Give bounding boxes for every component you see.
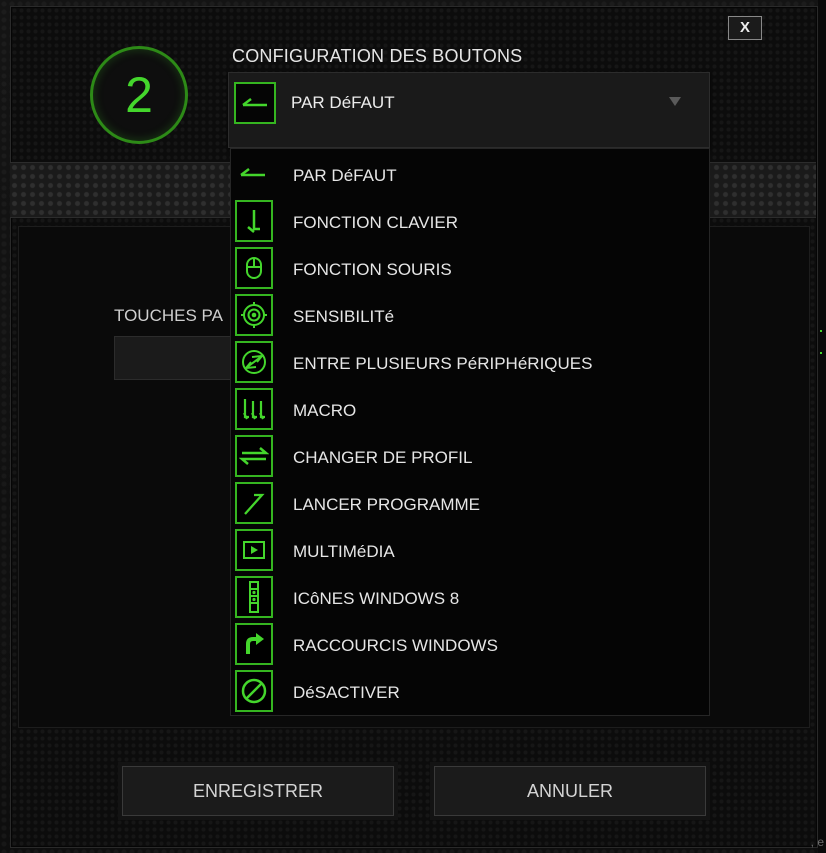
menu-item-label: CHANGER DE PROFIL (293, 448, 473, 467)
menu-item-switch-profile[interactable]: CHANGER DE PROFIL (231, 433, 709, 480)
accent-dot (820, 352, 822, 354)
menu-item-disable[interactable]: DéSACTIVER (231, 668, 709, 715)
multimedia-play-icon (235, 529, 273, 571)
menu-item-label: PAR DéFAUT (293, 166, 397, 185)
inter-device-icon (235, 341, 273, 383)
sensitivity-target-icon (235, 294, 273, 336)
menu-item-label: LANCER PROGRAMME (293, 495, 481, 514)
button-number-badge: 2 (90, 46, 188, 144)
macro-icon (235, 388, 273, 430)
menu-item-label: RACCOURCIS WINDOWS (293, 636, 498, 655)
arrow-left-icon (234, 152, 272, 194)
touches-label: TOUCHES PA (114, 306, 223, 325)
touches-field[interactable] (114, 336, 232, 380)
arrow-left-icon (234, 82, 276, 124)
menu-item-windows-shortcuts[interactable]: RACCOURCIS WINDOWS (231, 621, 709, 668)
cancel-button[interactable]: ANNULER (434, 766, 706, 816)
chevron-down-icon[interactable] (669, 97, 681, 106)
button-config-select[interactable]: PAR DéFAUT (228, 72, 710, 148)
menu-item-keyboard-function[interactable]: FONCTION CLAVIER (231, 198, 709, 245)
dialog-title: CONFIGURATION DES BOUTONS (232, 46, 523, 66)
menu-item-macro[interactable]: MACRO (231, 386, 709, 433)
mouse-icon (235, 247, 273, 289)
disable-icon (235, 670, 273, 712)
menu-item-label: MACRO (293, 401, 357, 420)
menu-item-launch-program[interactable]: LANCER PROGRAMME (231, 480, 709, 527)
window-edge (818, 0, 826, 853)
menu-item-label: MULTIMéDIA (293, 542, 395, 561)
close-button[interactable]: X (728, 16, 762, 40)
save-button[interactable]: ENREGISTRER (122, 766, 394, 816)
corner-text: , e (810, 835, 824, 849)
switch-profile-icon (235, 435, 273, 477)
menu-item-label: SENSIBILITé (293, 307, 395, 326)
menu-item-label: FONCTION SOURIS (293, 260, 452, 279)
accent-dot (820, 330, 822, 332)
menu-item-multimedia[interactable]: MULTIMéDIA (231, 527, 709, 574)
menu-item-mouse-function[interactable]: FONCTION SOURIS (231, 245, 709, 292)
button-config-dropdown: PAR DéFAUT FONCTION CLAVIER FONCTION SOU… (230, 148, 710, 716)
menu-item-label: FONCTION CLAVIER (293, 213, 458, 232)
menu-item-label: ICôNES WINDOWS 8 (293, 589, 460, 608)
menu-item-label: DéSACTIVER (293, 683, 400, 702)
menu-item-windows8-icons[interactable]: ICôNES WINDOWS 8 (231, 574, 709, 621)
menu-item-label: ENTRE PLUSIEURS PéRIPHéRIQUES (293, 354, 593, 373)
menu-item-sensitivity[interactable]: SENSIBILITé (231, 292, 709, 339)
windows-shortcut-icon (235, 623, 273, 665)
menu-item-inter-device[interactable]: ENTRE PLUSIEURS PéRIPHéRIQUES (231, 339, 709, 386)
selected-option-label: PAR DéFAUT (291, 93, 395, 112)
launch-program-icon (235, 482, 273, 524)
keyboard-function-icon (235, 200, 273, 242)
windows8-charms-icon (235, 576, 273, 618)
menu-item-default[interactable]: PAR DéFAUT (231, 151, 709, 198)
